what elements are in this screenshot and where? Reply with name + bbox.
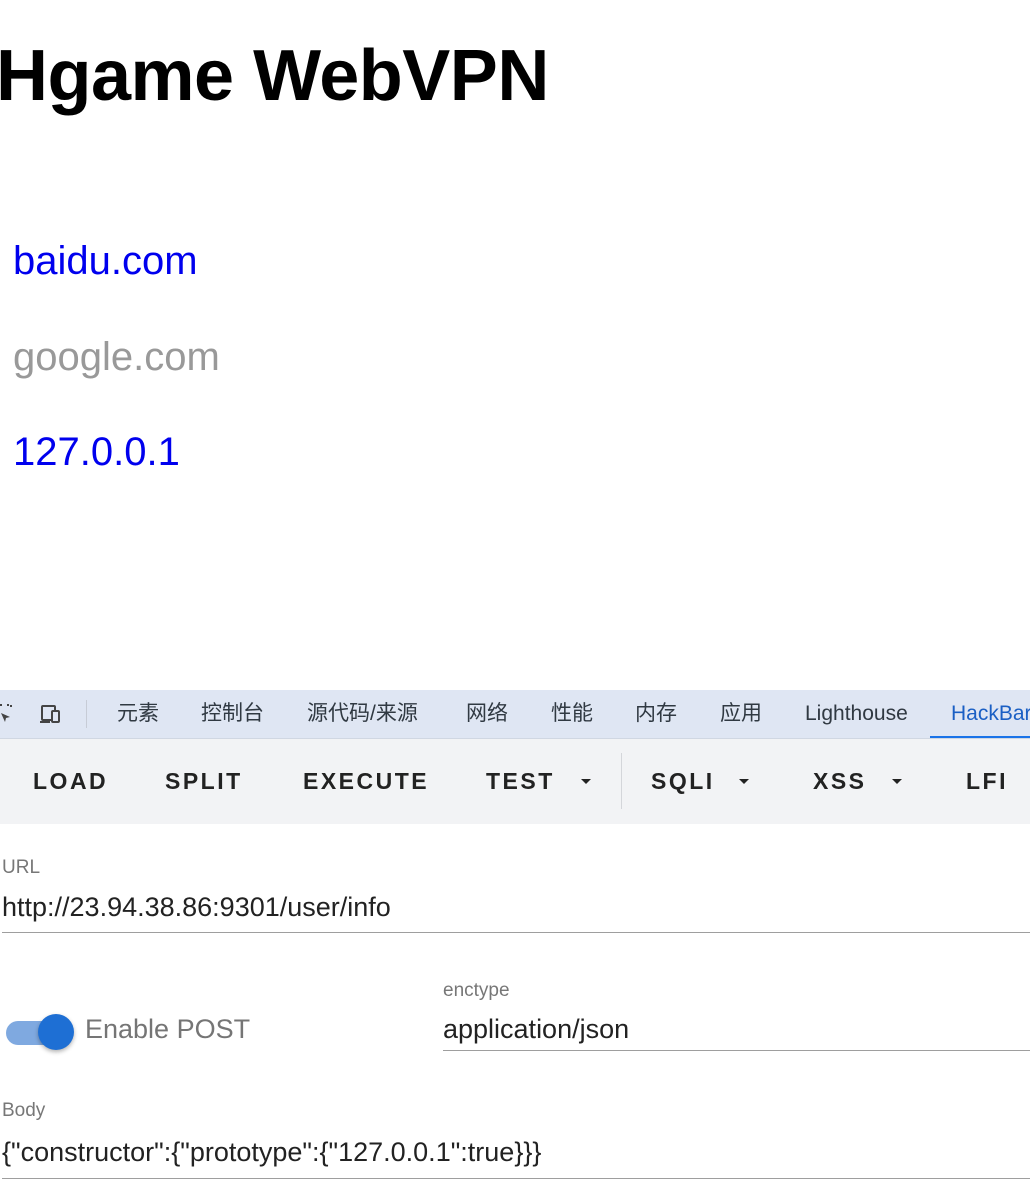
body-input[interactable] xyxy=(2,1126,1030,1179)
url-input[interactable] xyxy=(2,882,1030,933)
page-title: Hgame WebVPN xyxy=(0,36,549,116)
toolbar-divider xyxy=(86,700,87,728)
load-button[interactable]: LOAD xyxy=(33,739,108,824)
test-button[interactable]: TEST xyxy=(486,739,555,824)
tab-memory[interactable]: 内存 xyxy=(635,690,677,738)
toolbar-divider xyxy=(621,753,622,809)
xss-caret-down-icon[interactable] xyxy=(892,779,902,784)
toggle-thumb xyxy=(38,1014,74,1050)
link-baidu[interactable]: baidu.com xyxy=(13,237,198,285)
url-label: URL xyxy=(2,857,41,878)
tab-performance[interactable]: 性能 xyxy=(551,690,593,738)
devtools-tabbar: 元素 控制台 源代码/来源 网络 性能 内存 应用 Lighthouse Hac… xyxy=(0,690,1030,739)
split-button[interactable]: SPLIT xyxy=(165,739,243,824)
webvpn-page: Hgame WebVPN baidu.com google.com 127.0.… xyxy=(0,0,1030,690)
lfi-button[interactable]: LFI xyxy=(966,739,1008,824)
inspect-element-icon[interactable] xyxy=(0,702,14,726)
sqli-caret-down-icon[interactable] xyxy=(739,779,749,784)
devtools-panel: 元素 控制台 源代码/来源 网络 性能 内存 应用 Lighthouse Hac… xyxy=(0,690,1030,1180)
device-toolbar-icon[interactable] xyxy=(38,702,62,726)
body-label: Body xyxy=(2,1100,46,1121)
test-caret-down-icon[interactable] xyxy=(581,779,591,784)
execute-button[interactable]: EXECUTE xyxy=(303,739,429,824)
enctype-select[interactable] xyxy=(443,1008,1030,1051)
sqli-button[interactable]: SQLI xyxy=(651,739,715,824)
link-google[interactable]: google.com xyxy=(13,333,220,381)
enable-post-toggle[interactable] xyxy=(4,1012,76,1052)
tab-elements[interactable]: 元素 xyxy=(117,690,159,738)
xss-button[interactable]: XSS xyxy=(813,739,867,824)
tab-application[interactable]: 应用 xyxy=(720,690,762,738)
tab-hackbar[interactable]: HackBar xyxy=(930,690,1030,738)
tab-console[interactable]: 控制台 xyxy=(201,690,264,738)
tab-sources[interactable]: 源代码/来源 xyxy=(307,690,418,738)
link-localhost[interactable]: 127.0.0.1 xyxy=(13,428,180,476)
enctype-label: enctype xyxy=(443,980,510,1001)
tab-lighthouse[interactable]: Lighthouse xyxy=(805,690,908,738)
hackbar-toolbar: LOAD SPLIT EXECUTE TEST SQLI XSS LFI xyxy=(0,739,1030,824)
enable-post-label[interactable]: Enable POST xyxy=(85,1014,250,1045)
tab-network[interactable]: 网络 xyxy=(466,690,508,738)
